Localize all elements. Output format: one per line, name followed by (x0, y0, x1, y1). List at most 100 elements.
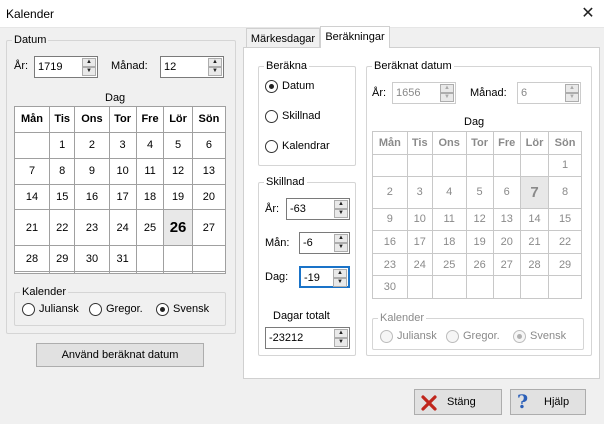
help-button[interactable]: ? Hjälp (510, 389, 586, 415)
date-calendar-week-row: 7 8 9 10 11 12 13 (14, 157, 227, 185)
result-month-value: 6 (521, 87, 528, 99)
result-calendar-grid: Mån Tis Ons Tor Fre Lör Sön 1 2 3 4 5 6 7 8 9 10 11 12 13 14… (372, 131, 582, 299)
month-spinner[interactable]: 12 ▲ ▼ (160, 56, 224, 78)
date-calendar-day-cell[interactable]: 1 (48, 131, 76, 159)
date-calendar-day-cell[interactable] (163, 271, 193, 274)
date-calendar-day-cell[interactable]: 8 (48, 157, 76, 185)
total-days-down-button[interactable]: ▼ (334, 338, 348, 347)
diff-year-up-button[interactable]: ▲ (334, 200, 348, 209)
year-up-button[interactable]: ▲ (82, 58, 96, 67)
date-calendar-selected-day[interactable]: 26 (163, 209, 193, 247)
date-calendar-day-cell[interactable]: 2 (74, 131, 110, 159)
year-label: År: (14, 60, 29, 72)
calculate-radio-kalendrar[interactable] (265, 140, 278, 153)
total-days-spinner[interactable]: -23212 ▲ ▼ (265, 327, 350, 349)
diff-month-spinner[interactable]: -6 ▲ ▼ (299, 232, 350, 254)
result-weekday-header: Mån (372, 131, 408, 155)
diff-year-down-button[interactable]: ▼ (334, 209, 348, 218)
result-calendar-radio-juliansk (380, 330, 393, 343)
help-button-label: Hjälp (544, 396, 570, 408)
date-calendar-day-cell[interactable]: 22 (48, 209, 76, 247)
date-calendar-day-cell[interactable]: 21 (14, 209, 50, 247)
date-calendar-day-cell[interactable] (48, 271, 76, 274)
year-down-button[interactable]: ▼ (82, 67, 96, 76)
date-calendar-day-cell[interactable]: 6 (191, 131, 227, 159)
result-calendar-day-cell: 16 (372, 230, 408, 254)
result-calendar-day-cell: 3 (406, 176, 433, 209)
calendar-radio-label: Svensk (173, 303, 210, 315)
date-calendar-day-cell[interactable]: 25 (135, 209, 165, 247)
date-calendar-day-cell[interactable] (135, 245, 165, 272)
date-calendar-day-cell[interactable]: 29 (48, 245, 76, 272)
date-calendar-day-cell[interactable]: 17 (108, 183, 137, 211)
date-calendar-day-cell[interactable] (14, 271, 50, 274)
result-calendar-day-cell: 21 (519, 230, 550, 254)
diff-day-up-button[interactable]: ▲ (333, 269, 347, 278)
calculated-date-label: Beräknat datum (374, 60, 452, 72)
date-calendar-day-cell[interactable]: 9 (74, 157, 110, 185)
date-calendar-day-cell[interactable]: 5 (163, 131, 193, 159)
diff-year-value: -63 (290, 203, 306, 215)
calendar-radio-gregor[interactable] (89, 303, 102, 316)
date-calendar-day-cell[interactable]: 19 (163, 183, 193, 211)
date-weekday-header: Tis (48, 106, 76, 133)
total-days-up-button[interactable]: ▲ (334, 329, 348, 338)
date-calendar-day-cell[interactable] (135, 271, 165, 274)
month-down-button[interactable]: ▼ (208, 67, 222, 76)
help-question-icon: ? (517, 391, 529, 413)
result-calendar-radio-label: Gregor. (463, 330, 500, 342)
result-calendar-week-row: 23 24 25 26 27 28 29 (372, 252, 582, 277)
date-calendar-day-cell[interactable]: 14 (14, 183, 50, 211)
date-calendar-day-cell[interactable]: 18 (135, 183, 165, 211)
close-button[interactable]: Stäng (414, 389, 502, 415)
tab-berakningar[interactable]: Beräkningar (320, 26, 390, 48)
date-calendar-day-cell[interactable]: 4 (135, 131, 165, 159)
date-calendar-day-cell[interactable]: 11 (135, 157, 165, 185)
date-calendar-day-cell[interactable] (163, 245, 193, 272)
date-calendar-day-cell[interactable]: 23 (74, 209, 110, 247)
date-calendar-day-cell[interactable]: 30 (74, 245, 110, 272)
window-title: Kalender (6, 7, 55, 21)
day-label: Dag (105, 92, 126, 104)
date-calendar-day-cell[interactable]: 15 (48, 183, 76, 211)
date-calendar-day-cell[interactable]: 31 (108, 245, 137, 272)
date-calendar-day-cell[interactable]: 16 (74, 183, 110, 211)
date-calendar-day-cell[interactable]: 20 (191, 183, 227, 211)
date-calendar-week-row: 21 22 23 24 25 26 27 (14, 209, 227, 247)
date-calendar-day-cell[interactable] (108, 271, 137, 274)
date-calendar-day-cell[interactable]: 3 (108, 131, 137, 159)
date-calendar-day-cell[interactable]: 27 (191, 209, 227, 247)
diff-month-up-button[interactable]: ▲ (334, 234, 348, 243)
diff-day-label: Dag: (265, 271, 289, 283)
diff-day-spinner[interactable]: -19 ▲ ▼ (299, 266, 350, 288)
date-calendar-day-cell[interactable]: 7 (14, 157, 50, 185)
date-calendar-day-cell[interactable]: 24 (108, 209, 137, 247)
date-calendar-day-cell[interactable]: 10 (108, 157, 137, 185)
date-calendar-week-row (14, 271, 227, 274)
year-spinner[interactable]: 1719 ▲ ▼ (34, 56, 98, 78)
tab-markesdagar[interactable]: Märkesdagar (246, 28, 320, 48)
month-up-button[interactable]: ▲ (208, 58, 222, 67)
date-calendar-day-cell[interactable] (191, 271, 227, 274)
date-calendar-day-cell[interactable]: 13 (191, 157, 227, 185)
apply-calculated-date-button[interactable]: Använd beräknat datum (36, 343, 204, 367)
diff-month-down-button[interactable]: ▼ (334, 243, 348, 252)
diff-year-spinner[interactable]: -63 ▲ ▼ (286, 198, 350, 220)
date-group-label: Datum (14, 34, 47, 46)
result-calendar-day-cell: 13 (492, 207, 521, 232)
result-calendar-day-cell: 20 (492, 230, 521, 254)
result-calendar-day-cell: 28 (519, 252, 550, 277)
calculate-radio-skillnad[interactable] (265, 110, 278, 123)
diff-day-down-button[interactable]: ▼ (333, 278, 347, 287)
result-calendar-week-row: 9 10 11 12 13 14 15 (372, 207, 582, 232)
date-calendar-day-cell[interactable] (74, 271, 110, 274)
date-calendar-day-cell[interactable]: 12 (163, 157, 193, 185)
calculate-radio-datum[interactable] (265, 80, 278, 93)
calendar-radio-juliansk[interactable] (22, 303, 35, 316)
calendar-radio-svensk[interactable] (156, 303, 169, 316)
calculate-radio-label: Kalendrar (282, 140, 330, 152)
window-close-icon[interactable]: ✕ (574, 2, 602, 26)
date-calendar-day-cell[interactable] (14, 131, 50, 159)
date-calendar-day-cell[interactable] (191, 245, 227, 272)
date-calendar-day-cell[interactable]: 28 (14, 245, 50, 272)
